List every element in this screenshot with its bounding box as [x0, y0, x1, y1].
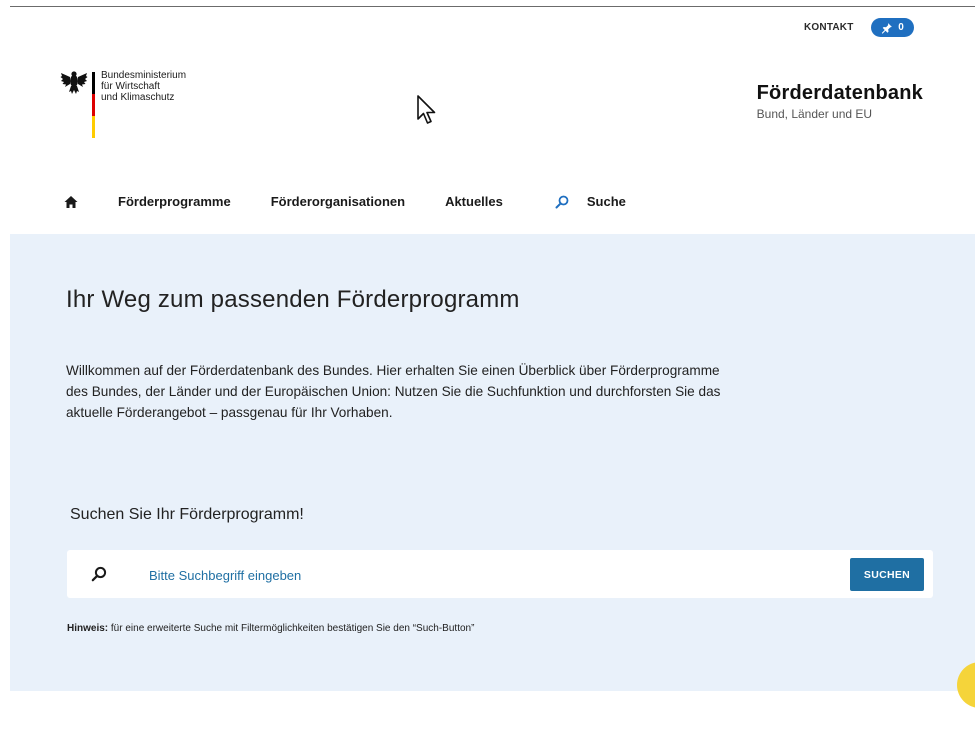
pin-count: 0	[898, 22, 904, 33]
home-icon[interactable]	[64, 195, 78, 209]
mouse-cursor-icon	[417, 95, 436, 124]
brand-subtitle: Bund, Länder und EU	[756, 107, 873, 121]
main-navigation: Förderprogramme Förderorganisationen Akt…	[64, 194, 666, 209]
search-heading: Suchen Sie Ihr Förderprogramm!	[70, 506, 304, 523]
german-flag-bar	[92, 72, 95, 138]
kontakt-link[interactable]: KONTAKT	[804, 22, 854, 33]
search-bar: SUCHEN	[67, 550, 933, 598]
search-button[interactable]: SUCHEN	[850, 558, 924, 591]
ministry-name: Bundesministerium für Wirtschaft und Kli…	[101, 70, 186, 138]
brand-title: Förderdatenbank	[756, 82, 923, 104]
ministry-logo[interactable]: Bundesministerium für Wirtschaft und Kli…	[60, 70, 186, 138]
page-title: Ihr Weg zum passenden Förderprogramm	[66, 286, 520, 313]
ministry-line-2: für Wirtschaft	[101, 81, 160, 92]
left-margin	[0, 0, 10, 733]
hint-text: für eine erweiterte Suche mit Filtermögl…	[108, 623, 475, 634]
pinned-items-button[interactable]: 0	[871, 18, 914, 37]
ministry-line-3: und Klimaschutz	[101, 92, 175, 103]
search-hint: Hinweis: für eine erweiterte Suche mit F…	[67, 623, 474, 634]
search-icon	[555, 195, 569, 208]
hero-section: Ihr Weg zum passenden Förderprogramm Wil…	[10, 234, 975, 691]
nav-item-aktuelles[interactable]: Aktuelles	[445, 194, 503, 209]
federal-eagle-icon	[60, 71, 88, 94]
search-input[interactable]	[147, 560, 751, 590]
brand-logo[interactable]: Förderdatenbank Bund, Länder und EU	[757, 82, 923, 121]
nav-item-foerderorganisationen[interactable]: Förderorganisationen	[271, 194, 405, 209]
nav-item-foerderprogramme[interactable]: Förderprogramme	[118, 194, 231, 209]
ministry-line-1: Bundesministerium	[101, 70, 187, 81]
nav-item-suche[interactable]: Suche	[555, 194, 626, 209]
pin-icon	[882, 22, 893, 33]
top-divider	[10, 6, 975, 7]
hint-label: Hinweis:	[67, 623, 109, 634]
intro-text: Willkommen auf der Förderdatenbank des B…	[66, 363, 721, 420]
search-icon	[91, 566, 107, 582]
nav-search-label: Suche	[586, 194, 626, 209]
